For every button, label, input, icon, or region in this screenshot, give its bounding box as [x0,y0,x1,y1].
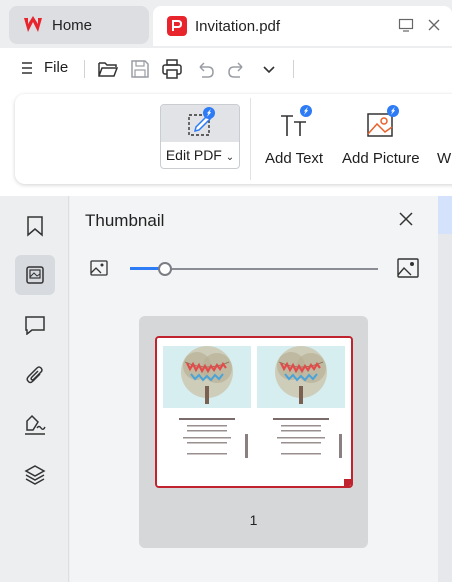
add-text-label: Add Text [265,150,324,167]
close-icon[interactable] [426,17,442,33]
image-small-icon[interactable] [90,260,108,276]
layers-icon [24,465,46,485]
print-icon[interactable] [161,58,183,80]
chevron-down-icon[interactable] [258,58,280,80]
tab-bar: Home Invitation.pdf [0,0,452,48]
tab-home-label: Home [52,16,93,34]
menu-divider [84,60,85,78]
rail-thumbnails[interactable] [15,255,55,295]
menu-bar: File [0,48,452,90]
add-text-icon [278,105,313,140]
undo-icon[interactable] [194,58,216,80]
rail-layers[interactable] [15,455,55,495]
tab-home[interactable]: Home [9,6,149,44]
document-view-accent [438,196,452,234]
page-number-label: 1 [249,512,258,528]
thumbnail-panel: Thumbnail 1 [70,196,438,582]
tab-doc-label: Invitation.pdf [195,17,281,35]
slider-handle[interactable] [158,262,172,276]
bookmark-icon [27,216,43,237]
add-text-button[interactable]: Add Text [265,105,324,167]
edit-pdf-button[interactable]: Edit PDF ⌄ [160,104,240,169]
add-picture-label: Add Picture [342,150,420,167]
open-folder-icon[interactable] [97,58,119,80]
document-view-edge [438,196,452,582]
edit-pdf-icon [185,106,215,139]
rail-bookmarks[interactable] [15,206,55,246]
save-icon[interactable] [129,58,151,80]
rail-comments[interactable] [15,305,55,345]
thumbnail-size-slider[interactable] [130,262,378,276]
comment-icon [25,316,45,335]
redo-icon[interactable] [226,58,248,80]
close-icon[interactable] [398,211,414,227]
add-picture-icon [365,105,399,140]
rail-signatures[interactable] [15,405,55,445]
menu-icon [22,61,32,74]
thumbnail-zoom-row [70,256,438,280]
selection-corner [344,479,351,486]
file-menu-button[interactable]: File [20,59,68,76]
app-logo-icon [24,16,42,32]
window-icon[interactable] [398,17,414,33]
page-thumbnail[interactable] [155,336,353,488]
image-large-icon[interactable] [397,258,419,278]
tab-invitation-pdf[interactable]: Invitation.pdf [153,6,452,46]
edit-pdf-label: Edit PDF ⌄ [165,147,235,163]
page-thumbnail-card[interactable]: 1 [139,316,368,548]
rail-attachments[interactable] [15,355,55,395]
partial-ribbon-button[interactable]: Wi [437,140,452,167]
left-sidebar-rail [0,196,69,582]
page-preview-image [157,338,351,486]
panel-title: Thumbnail [85,211,165,230]
ribbon-toolbar: Edit PDF ⌄ Add Text Add Picture W [15,94,452,184]
signature-icon [25,414,46,435]
thumbnail-icon [26,266,44,284]
file-menu-label: File [44,59,69,76]
partial-ribbon-label: Wi [437,150,452,167]
menu-divider [293,60,294,78]
ribbon-divider [250,98,251,180]
app-window: Home Invitation.pdf File Edit PDF ⌄ Add … [0,0,452,582]
attachment-icon [26,366,43,384]
add-picture-button[interactable]: Add Picture [342,105,420,167]
pdf-icon [167,16,187,36]
